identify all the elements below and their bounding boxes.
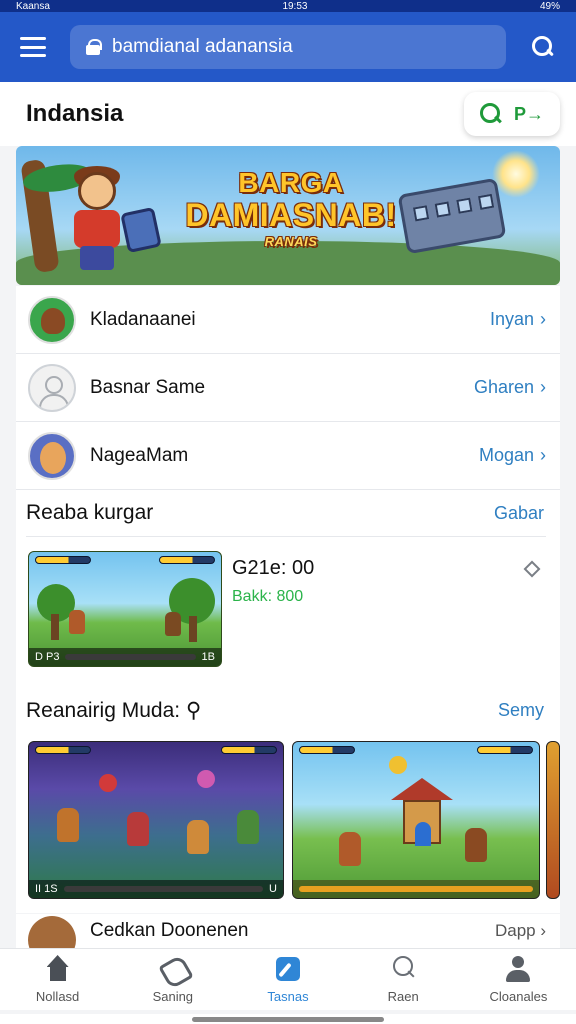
user-link[interactable]: Gharen	[474, 377, 534, 398]
list-item[interactable]: Basnar Same Gharen ›	[16, 354, 560, 422]
hero-character-graphic	[66, 166, 162, 272]
home-indicator	[0, 1014, 576, 1024]
nav-label: Tasnas	[267, 989, 309, 1004]
avatar	[28, 363, 76, 412]
user-icon	[504, 955, 532, 983]
game-substat: Bakk: 800	[232, 588, 304, 605]
list-item[interactable]: Cedkan Doonenen Dapp ›	[16, 914, 560, 948]
menu-icon[interactable]	[20, 37, 46, 57]
search-icon[interactable]	[532, 36, 554, 58]
content-card: Kladanaanei Inyan › Basnar Same Gharen ›…	[16, 286, 560, 913]
user-link[interactable]: Inyan	[490, 309, 534, 330]
nav-label: Cloanales	[489, 989, 548, 1004]
user-link[interactable]: Mogan	[479, 445, 534, 466]
banner-title: BARGA DAMIASNAB! RANAIS	[176, 167, 406, 250]
banner-subtitle: RANAIS	[264, 234, 318, 249]
game-thumbnail[interactable]: D P3 1B	[28, 551, 222, 667]
gallery-thumbnail[interactable]: II 1S U	[28, 741, 284, 899]
user-name: NageaMam	[90, 444, 189, 466]
avatar	[28, 916, 76, 948]
gallery-label-left: II 1S	[35, 883, 58, 895]
chevron-right-icon: ›	[540, 445, 546, 465]
home-icon	[44, 955, 72, 983]
list-item[interactable]: NageaMam Mogan ›	[16, 422, 560, 490]
sun-graphic	[492, 150, 540, 198]
carrier-label: Kaansa	[16, 0, 50, 12]
nav-item-saved[interactable]: Saning	[115, 949, 230, 1010]
share-arrow-icon[interactable]: P→	[514, 104, 544, 125]
user-name: Basnar Same	[90, 376, 206, 398]
nav-item-edit[interactable]: Tasnas	[230, 949, 345, 1010]
thumb-icon: ⚲	[185, 698, 202, 722]
lock-icon	[86, 39, 102, 55]
page-header: Indansia P→	[0, 82, 576, 146]
nav-item-search[interactable]: Raen	[346, 949, 461, 1010]
section-header: Reanairig Muda: ⚲ Semy	[16, 687, 560, 733]
airship-graphic	[397, 177, 507, 255]
thumb-label-right: 1B	[201, 651, 215, 663]
user-link[interactable]: Dapp ›	[495, 921, 546, 941]
nav-label: Saning	[152, 989, 194, 1004]
temple-graphic	[391, 778, 453, 848]
chevron-right-icon: ›	[540, 377, 546, 397]
section-link[interactable]: Semy	[498, 700, 544, 721]
status-time: 19:53	[282, 0, 308, 12]
diamond-icon[interactable]	[523, 560, 541, 578]
nav-item-home[interactable]: Nollasd	[0, 949, 115, 1010]
gallery: II 1S U	[16, 733, 560, 913]
section-title: Reanairig Muda: ⚲	[26, 698, 202, 722]
banner-line-1: BARGA	[238, 167, 344, 198]
search-icon	[389, 955, 417, 983]
user-name: Kladanaanei	[90, 308, 196, 330]
game-item[interactable]: D P3 1B G21e: 00 Bakk: 800	[16, 537, 560, 687]
header-actions[interactable]: P→	[464, 92, 560, 136]
tag-icon	[159, 955, 187, 983]
bottom-nav: Nollasd Saning Tasnas Raen Cloanales	[0, 948, 576, 1010]
section-header: Reaba kurgar Gabar	[16, 490, 560, 536]
address-bar[interactable]: bamdianal adanansia	[70, 25, 506, 69]
gallery-thumbnail[interactable]	[292, 741, 540, 899]
user-name: Cedkan Doonenen	[90, 920, 249, 941]
pen-icon	[274, 955, 302, 983]
app-bar: bamdianal adanansia	[0, 12, 576, 82]
nav-item-profile[interactable]: Cloanales	[461, 949, 576, 1010]
nav-label: Nollasd	[35, 989, 80, 1004]
nav-label: Raen	[387, 989, 419, 1004]
avatar	[28, 295, 76, 344]
list-item[interactable]: Kladanaanei Inyan ›	[16, 286, 560, 354]
chevron-right-icon: ›	[540, 309, 546, 329]
thumb-label-left: D P3	[35, 651, 60, 663]
gallery-thumbnail[interactable]	[546, 741, 560, 899]
address-text: bamdianal adanansia	[112, 36, 293, 57]
search-icon[interactable]	[479, 103, 502, 125]
section-link[interactable]: Gabar	[494, 503, 544, 524]
promo-banner[interactable]: BARGA DAMIASNAB! RANAIS	[16, 146, 560, 285]
banner-line-2: DAMIASNAB!	[185, 197, 397, 233]
game-stat: G21e: 00	[232, 557, 315, 579]
page-title: Indansia	[26, 100, 124, 127]
section-title: Reaba kurgar	[26, 501, 154, 524]
avatar	[28, 431, 76, 480]
gallery-label-right: U	[269, 883, 277, 895]
status-bar: Kaansa 19:53 49%	[0, 0, 576, 12]
battery-label: 49%	[539, 0, 560, 12]
